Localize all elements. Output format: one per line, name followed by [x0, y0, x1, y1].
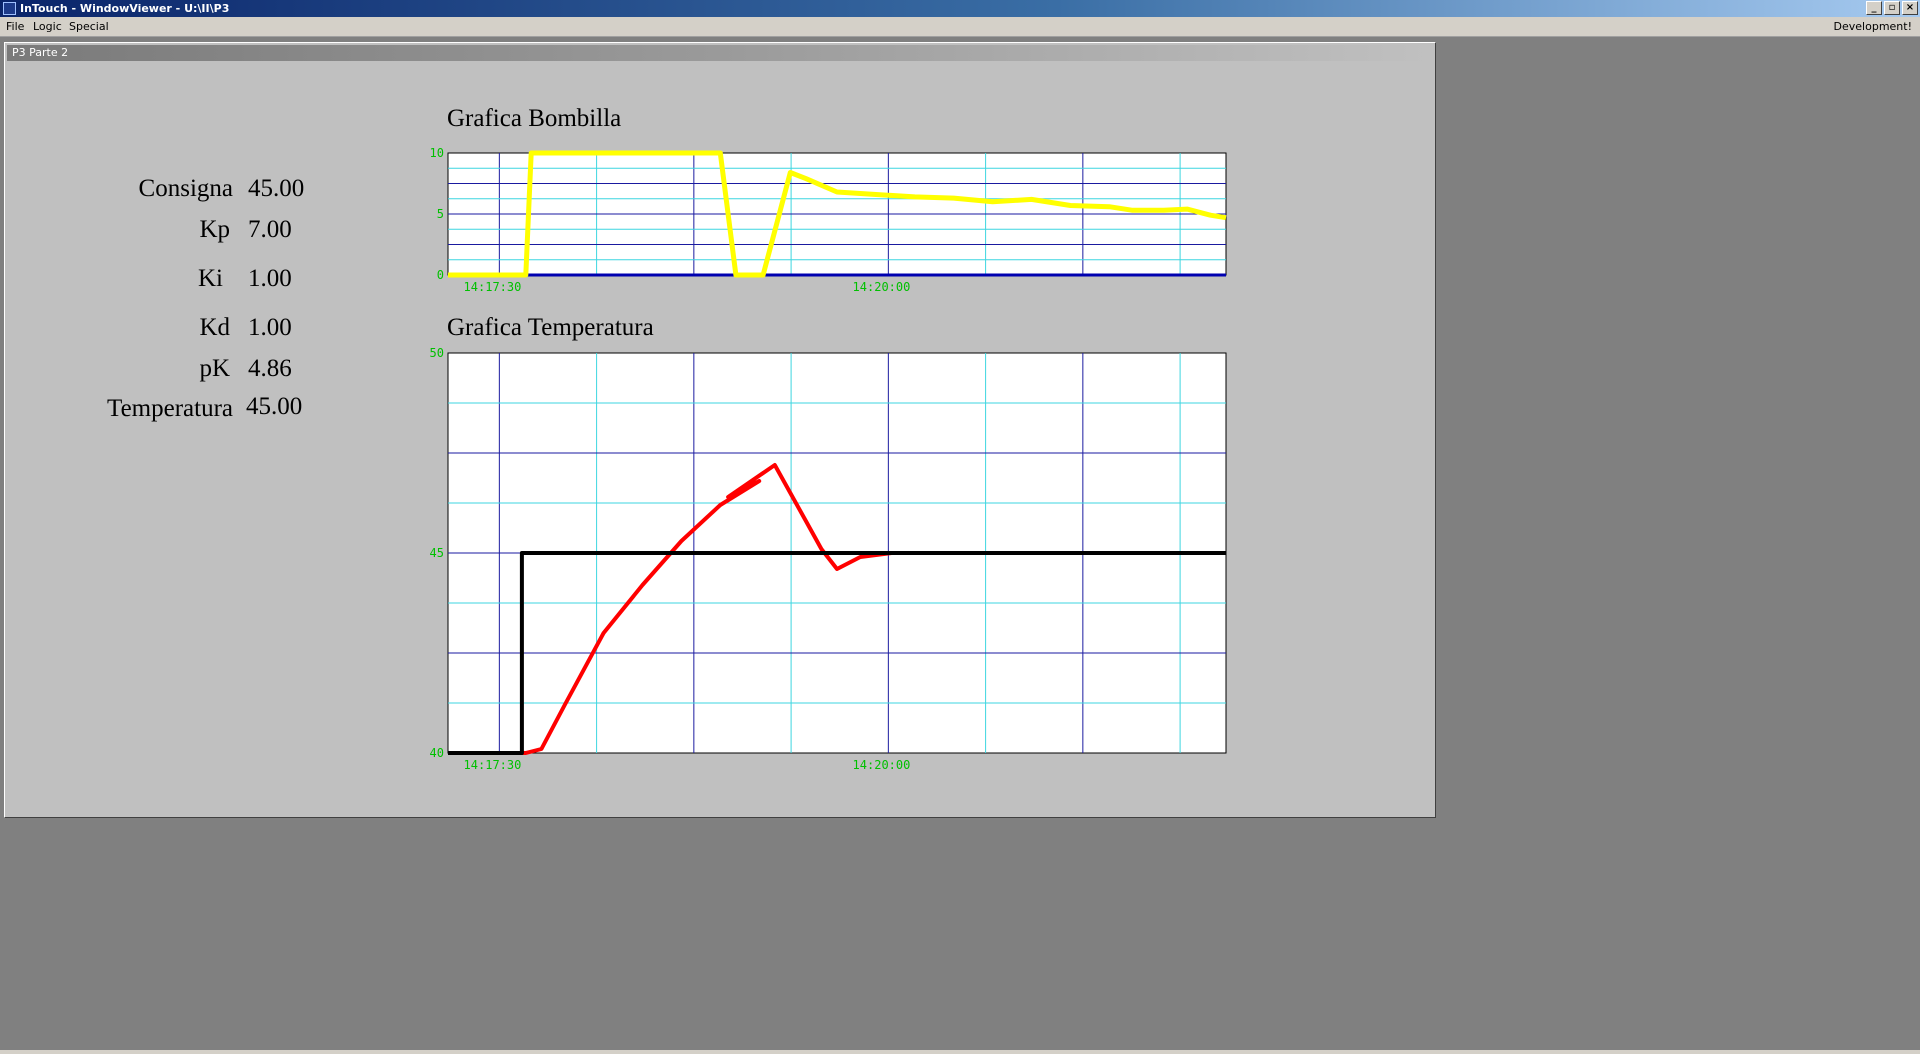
window-titlebar: InTouch - WindowViewer - U:\II\P3 _ ▫ ×: [0, 0, 1920, 17]
temperatura-label: Temperatura: [107, 395, 233, 422]
y-tick-label: 5: [437, 207, 444, 221]
x-tick-label: 14:17:30: [464, 280, 522, 294]
consigna-label: Consigna: [138, 175, 233, 202]
menu-special[interactable]: Special: [69, 20, 109, 33]
temperatura-value: 45.00: [246, 393, 303, 420]
y-tick-label: 0: [437, 268, 444, 282]
kp-value: 7.00: [248, 216, 292, 243]
restore-button[interactable]: ▫: [1884, 1, 1900, 15]
pk-label: pK: [199, 355, 230, 382]
menu-bar: File Logic Special Development!: [0, 17, 1920, 37]
window-title: InTouch - WindowViewer - U:\II\P3: [20, 2, 230, 15]
kd-label: Kd: [199, 314, 230, 341]
pk-value: 4.86: [248, 355, 292, 382]
close-button[interactable]: ×: [1902, 1, 1918, 15]
bombilla-chart: 10 5 0 14:17:30 14:20:00: [430, 146, 1227, 294]
app-icon[interactable]: [3, 2, 16, 15]
x-tick-label: 14:17:30: [464, 758, 522, 772]
y-tick-label: 45: [430, 546, 444, 560]
bottom-edge: [0, 1050, 1920, 1054]
minimize-button[interactable]: _: [1866, 1, 1882, 15]
chart-title-temperatura: Grafica Temperatura: [447, 314, 654, 341]
x-tick-label: 14:20:00: [853, 758, 911, 772]
temperatura-chart: 50 45 40 14:17:30 14:20:00: [430, 346, 1227, 772]
chart-title-bombilla: Grafica Bombilla: [447, 105, 622, 132]
menu-file[interactable]: File: [6, 20, 24, 33]
y-tick-label: 40: [430, 746, 444, 760]
kd-value: 1.00: [248, 314, 292, 341]
panel-title: P3 Parte 2: [7, 45, 1431, 61]
ki-value: 1.00: [248, 265, 292, 292]
y-tick-label: 50: [430, 346, 444, 360]
menu-logic[interactable]: Logic: [33, 20, 62, 33]
consigna-value: 45.00: [248, 175, 305, 202]
kp-label: Kp: [199, 216, 230, 243]
mode-status: Development!: [1833, 20, 1912, 33]
y-tick-label: 10: [430, 146, 444, 160]
ki-label: Ki: [198, 265, 223, 292]
x-tick-label: 14:20:00: [853, 280, 911, 294]
